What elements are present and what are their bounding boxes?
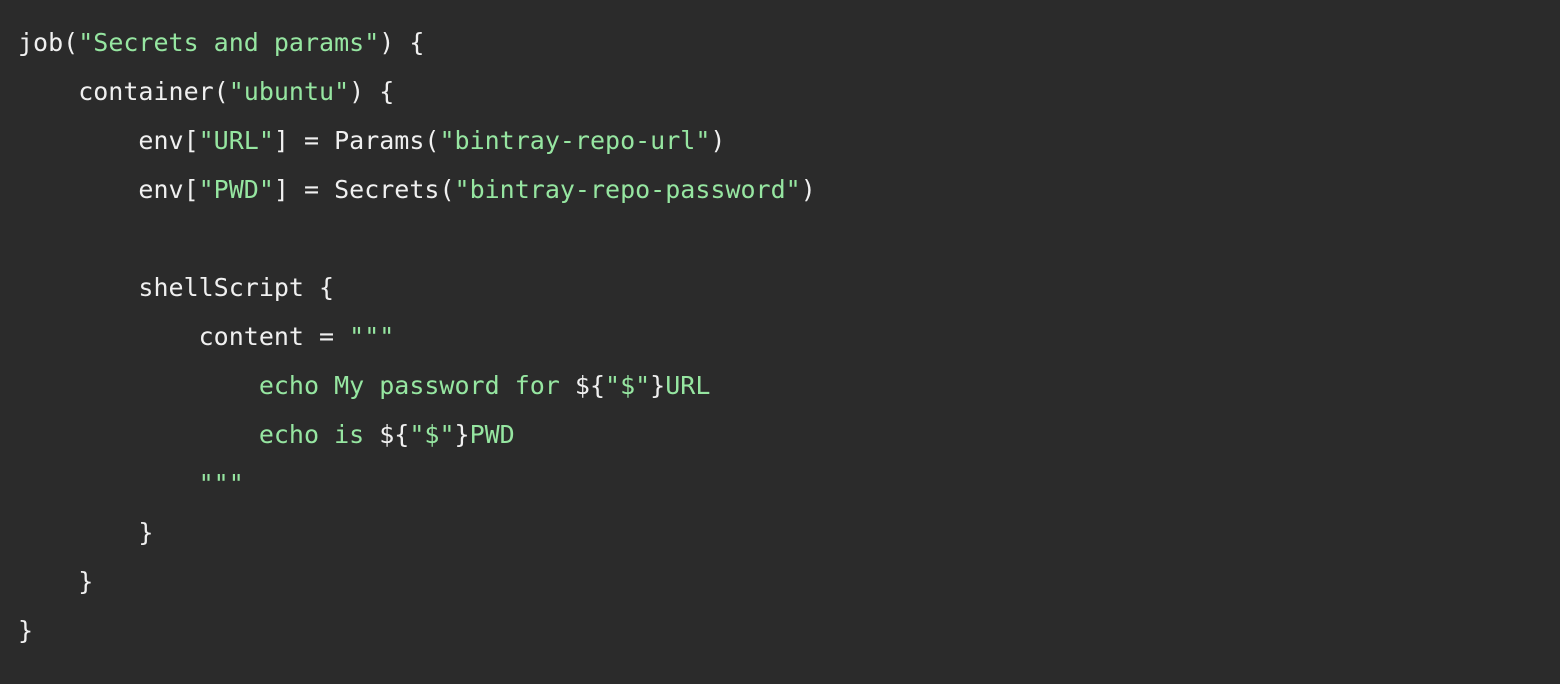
code-token: """ [349,322,394,351]
code-token: "Secrets and params" [78,28,379,57]
code-token: "$" [605,371,650,400]
code-token: "PWD" [199,175,274,204]
code-token: container( [18,77,229,106]
code-token: content = [18,322,349,351]
code-token: } [18,567,93,596]
code-token: ] = Params( [274,126,440,155]
code-token: env[ [18,126,199,155]
code-token: } [650,371,665,400]
code-token: "$" [409,420,454,449]
code-token: } [18,616,33,645]
code-token: "bintray-repo-url" [439,126,710,155]
code-token: ) [801,175,816,204]
code-token: } [18,518,153,547]
code-token: ${ [379,420,409,449]
code-token: ) { [349,77,394,106]
code-token: echo is [18,420,379,449]
code-block: job("Secrets and params") { container("u… [0,0,1560,673]
code-token: env[ [18,175,199,204]
code-token: "URL" [199,126,274,155]
code-token: ) { [379,28,424,57]
code-token: "bintray-repo-password" [455,175,801,204]
code-token: PWD [470,420,515,449]
code-token: """ [18,469,244,498]
code-token: echo My password for [18,371,575,400]
code-token: shellScript { [18,273,334,302]
code-token: } [455,420,470,449]
code-token: ) [710,126,725,155]
code-token: ] = Secrets( [274,175,455,204]
code-token: "ubuntu" [229,77,349,106]
code-token: URL [665,371,710,400]
code-token: job( [18,28,78,57]
code-token: ${ [575,371,605,400]
